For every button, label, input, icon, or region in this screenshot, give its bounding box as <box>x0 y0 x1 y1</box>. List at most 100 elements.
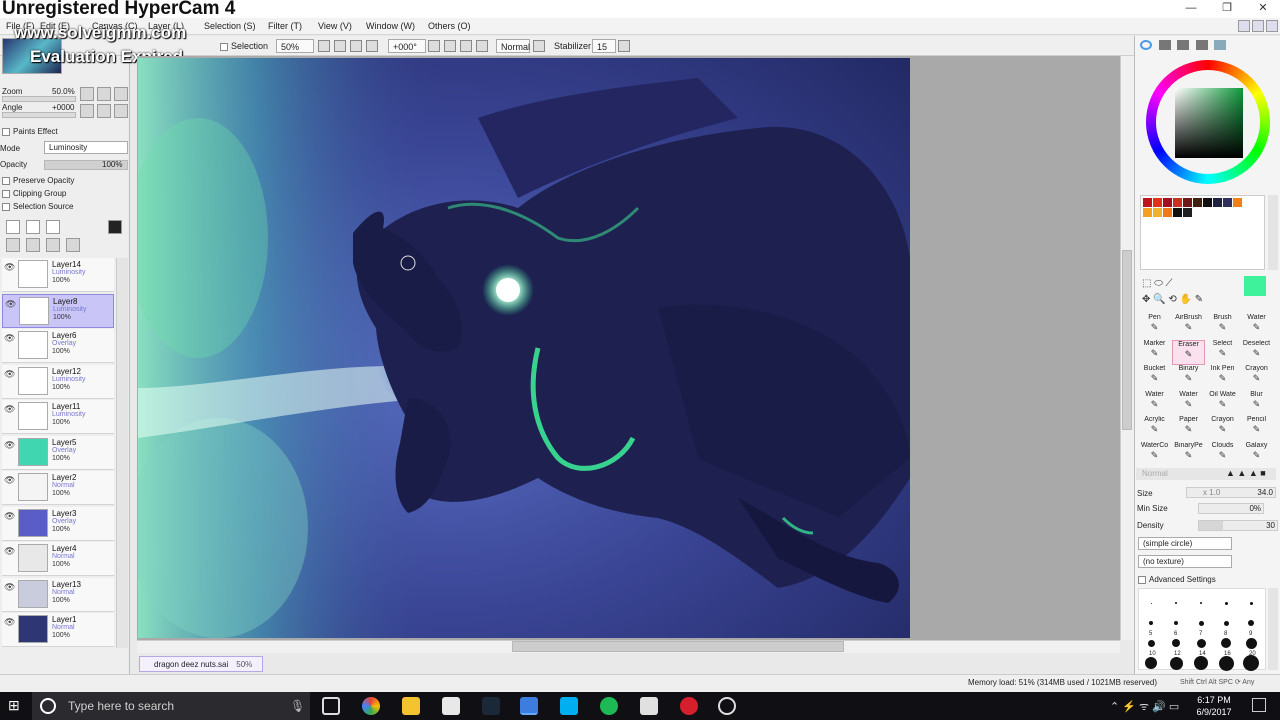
navigation-tool-icons[interactable]: ✥ 🔍 ⟲ ✋ ✎ <box>1142 294 1232 306</box>
brush-texture-select[interactable]: (no texture) <box>1138 555 1232 568</box>
brush-size-preset[interactable] <box>1149 621 1153 625</box>
visibility-eye-icon[interactable]: 👁 <box>4 334 16 343</box>
steam-icon[interactable] <box>482 697 500 715</box>
new-folder-icon[interactable] <box>46 220 60 234</box>
brush-size-preset[interactable] <box>1194 656 1208 670</box>
layer-row[interactable]: 👁 Layer6 Overlay 100% <box>2 329 114 363</box>
brush-size-preset[interactable] <box>1175 602 1177 604</box>
tool-pencil[interactable]: Pencil ✎ <box>1240 416 1273 441</box>
tool-brush[interactable]: Brush ✎ <box>1206 314 1239 339</box>
brush-size-preset[interactable] <box>1147 639 1155 647</box>
tool-deselect[interactable]: Deselect ✎ <box>1240 340 1273 365</box>
horizontal-scroll-thumb[interactable] <box>512 641 844 652</box>
color-wheel-icon[interactable] <box>1140 40 1152 50</box>
advanced-settings-toggle[interactable]: Advanced Settings <box>1138 575 1216 584</box>
color-swatch[interactable] <box>1183 198 1192 207</box>
system-tray-icons[interactable]: ⌃ ⚡ ᯤ 🔊 ▭ <box>1110 699 1179 714</box>
nav-rotate-left-icon[interactable] <box>80 104 94 118</box>
brush-size-preset[interactable] <box>1198 620 1204 626</box>
visibility-eye-icon[interactable]: 👁 <box>4 405 16 414</box>
blend-mode-select[interactable]: Luminosity <box>44 141 128 154</box>
stabilizer-arrow-icon[interactable] <box>618 40 630 52</box>
visibility-eye-icon[interactable]: 👁 <box>4 618 16 627</box>
zoom-dropdown[interactable]: 50% <box>276 39 314 53</box>
angle-dropdown[interactable]: +000° <box>388 39 426 53</box>
tool-galaxy[interactable]: Galaxy ✎ <box>1240 442 1273 467</box>
mail-icon[interactable] <box>442 697 460 715</box>
merge-visible-icon[interactable] <box>46 238 60 252</box>
action-center-icon[interactable] <box>1252 698 1266 712</box>
restore-button[interactable]: ❐ <box>1210 0 1244 16</box>
tool-binary[interactable]: Binary ✎ <box>1172 365 1205 390</box>
brush-mode-value[interactable]: Normal <box>1142 469 1168 478</box>
close-button[interactable]: ✕ <box>1246 0 1280 16</box>
copy-layer-icon[interactable] <box>6 238 20 252</box>
stabilizer-dropdown[interactable]: 15 <box>592 39 616 53</box>
cortana-icon[interactable] <box>40 698 56 714</box>
brush-edge-icons[interactable]: ▲ ▲ ▲ ■ <box>1226 468 1266 478</box>
color-swatch[interactable] <box>1143 198 1152 207</box>
layer-row[interactable]: 👁 Layer8 Luminosity 100% <box>2 293 114 328</box>
settings-gear-icon[interactable] <box>718 697 736 715</box>
swatch-scrollbar[interactable] <box>1268 195 1278 270</box>
selection-toggle[interactable]: Selection <box>220 39 268 53</box>
layer-list-scrollbar[interactable] <box>116 258 128 648</box>
nav-zoom-in-icon[interactable] <box>80 87 94 101</box>
microphone-icon[interactable]: 🎙 <box>290 699 305 713</box>
layer-row[interactable]: 👁 Layer3 Overlay 100% <box>2 506 114 541</box>
angle-slider[interactable] <box>2 112 76 118</box>
tool-blur[interactable]: Blur ✎ <box>1240 391 1273 416</box>
brush-size-preset[interactable] <box>1221 638 1231 648</box>
preserve-opacity-option[interactable]: Preserve Opacity <box>2 176 74 185</box>
menu-minimize-button[interactable] <box>1238 20 1250 32</box>
zoom-out-icon[interactable] <box>318 40 330 52</box>
visibility-eye-icon[interactable]: 👁 <box>4 547 16 556</box>
taskbar-search-box[interactable]: Type here to search <box>32 692 310 720</box>
color-swatch[interactable] <box>1163 198 1172 207</box>
minimize-button[interactable]: — <box>1174 0 1208 16</box>
zoom-reset-icon[interactable] <box>366 40 378 52</box>
brush-shape-select[interactable]: (simple circle) <box>1138 537 1232 550</box>
tool-oil-wate[interactable]: Oil Wate ✎ <box>1206 391 1239 416</box>
taskbar-clock[interactable]: 6:17 PM 6/9/2017 <box>1190 694 1238 718</box>
zoom-in-icon[interactable] <box>334 40 346 52</box>
menu-item[interactable]: View (V) <box>318 21 352 31</box>
scratchpad-icon[interactable] <box>1214 40 1227 50</box>
hsv-slider-icon[interactable] <box>1177 40 1190 50</box>
tool-eraser[interactable]: Eraser ✎ <box>1172 339 1205 365</box>
swatches-icon[interactable] <box>1195 40 1208 50</box>
brush-size-preset[interactable] <box>1248 620 1254 626</box>
menu-item[interactable]: Selection (S) <box>204 21 256 31</box>
zoom-fit-icon[interactable] <box>350 40 362 52</box>
color-swatch[interactable] <box>1153 208 1162 217</box>
layer-mask-icon[interactable] <box>108 220 122 234</box>
new-layer-icon[interactable] <box>6 220 20 234</box>
layer-row[interactable]: 👁 Layer2 Normal 100% <box>2 471 114 505</box>
menu-restore-button[interactable] <box>1252 20 1264 32</box>
saturation-value-square[interactable] <box>1175 88 1243 158</box>
tool-water[interactable]: Water ✎ <box>1240 314 1273 339</box>
blend-dropdown[interactable]: Normal <box>496 39 530 53</box>
rotate-right-icon[interactable] <box>444 40 456 52</box>
visibility-eye-icon[interactable]: 👁 <box>4 511 16 521</box>
brush-size-preset[interactable] <box>1169 656 1183 670</box>
spotify-icon[interactable] <box>600 697 618 715</box>
color-swatch[interactable] <box>1223 198 1232 207</box>
layer-row[interactable]: 👁 Layer1 Normal 100% <box>2 613 114 647</box>
tool-airbrush[interactable]: AirBrush ✎ <box>1172 314 1205 339</box>
visibility-eye-icon[interactable]: 👁 <box>4 440 16 450</box>
rgb-slider-icon[interactable] <box>1158 40 1171 50</box>
brush-size-preset[interactable] <box>1223 620 1229 626</box>
flip-icon[interactable] <box>476 40 488 52</box>
layer-row[interactable]: 👁 Layer14 Luminosity 100% <box>2 258 114 292</box>
selection-checkbox[interactable] <box>220 42 228 51</box>
tool-ink-pen[interactable]: Ink Pen ✎ <box>1206 365 1239 390</box>
size-multiplier[interactable]: x 1.0 <box>1203 488 1220 497</box>
zoom-slider[interactable] <box>2 96 76 102</box>
density-slider[interactable]: 30 <box>1198 520 1278 531</box>
size-slider[interactable]: x 1.0 34.0 <box>1186 487 1276 498</box>
nav-reset-icon[interactable] <box>114 104 128 118</box>
rotate-reset-icon[interactable] <box>460 40 472 52</box>
tool-select[interactable]: Select ✎ <box>1206 340 1239 365</box>
visibility-eye-icon[interactable]: 👁 <box>4 476 16 485</box>
